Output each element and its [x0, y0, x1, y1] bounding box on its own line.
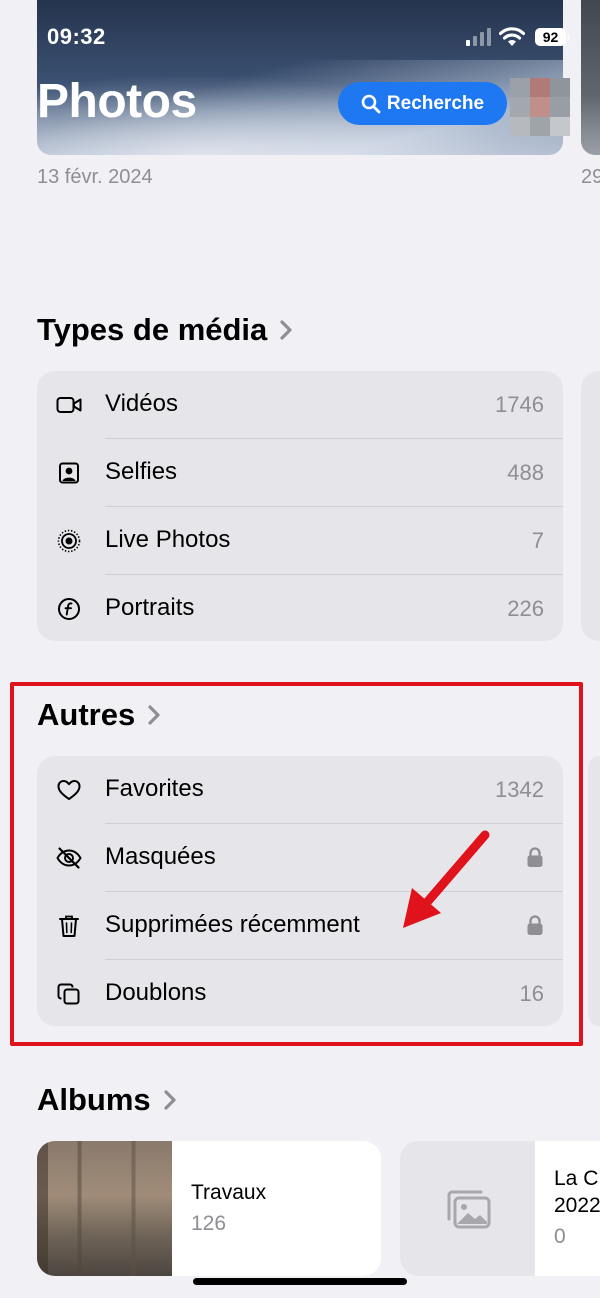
list-item-label: Live Photos	[105, 526, 231, 553]
list-item-count: 488	[507, 460, 544, 485]
album-placeholder	[400, 1141, 535, 1276]
album-title: La C 2022	[554, 1165, 600, 1219]
album-card-2[interactable]: La C 2022 0	[400, 1141, 600, 1276]
album-thumbnail	[37, 1141, 172, 1276]
battery-level: 92	[542, 29, 559, 45]
list-item-portraits[interactable]: Portraits 226	[37, 575, 563, 643]
battery-cap	[567, 34, 570, 41]
list-item-count: 226	[507, 596, 544, 621]
selfie-icon	[59, 462, 79, 484]
page-title: Photos	[37, 75, 197, 128]
search-label: Recherche	[386, 92, 485, 114]
cellular-signal-icon	[466, 28, 491, 46]
album-title-line: La C	[554, 1167, 599, 1190]
photo-stack-icon	[447, 1190, 490, 1228]
album-count: 0	[554, 1225, 566, 1248]
album-title-line: 2022	[554, 1194, 600, 1217]
photo-date: 13 févr. 2024	[37, 166, 153, 188]
home-indicator	[193, 1278, 407, 1285]
list-item-live-photos[interactable]: Live Photos 7	[37, 507, 563, 575]
chevron-right-icon	[280, 320, 292, 340]
search-button[interactable]: Recherche	[338, 82, 507, 125]
avatar[interactable]	[510, 78, 570, 136]
list-item-count: 7	[531, 528, 544, 553]
video-icon	[56, 397, 82, 413]
media-types-card: Vidéos 1746 Selfies 488 Live Photos 7 Po…	[37, 371, 563, 641]
media-types-header[interactable]: Types de média	[37, 312, 295, 348]
annotation-arrow	[403, 830, 490, 928]
albums-header[interactable]: Albums	[37, 1082, 179, 1118]
search-icon	[361, 94, 381, 113]
portrait-icon	[58, 598, 80, 620]
list-item-count: 1746	[495, 392, 544, 417]
photo-date-next: 29	[581, 166, 600, 188]
list-item-selfies[interactable]: Selfies 488	[37, 439, 563, 507]
live-photo-icon	[57, 529, 81, 553]
album-card-travaux[interactable]: Travaux 126	[37, 1141, 381, 1276]
list-item-label: Selfies	[105, 458, 178, 485]
next-card-peek[interactable]	[588, 756, 600, 1026]
next-card-peek[interactable]	[581, 371, 600, 641]
album-title: Travaux	[191, 1181, 267, 1204]
list-item-label: Portraits	[105, 594, 195, 621]
wifi-icon	[499, 27, 525, 46]
list-item-label: Vidéos	[105, 390, 178, 417]
battery-icon: 92	[535, 28, 566, 46]
list-item-videos[interactable]: Vidéos 1746	[37, 371, 563, 439]
album-count: 126	[191, 1212, 227, 1235]
status-time: 09:32	[47, 24, 106, 49]
chevron-right-icon	[164, 1090, 176, 1110]
albums-title: Albums	[37, 1082, 151, 1117]
media-types-title: Types de média	[37, 312, 268, 347]
